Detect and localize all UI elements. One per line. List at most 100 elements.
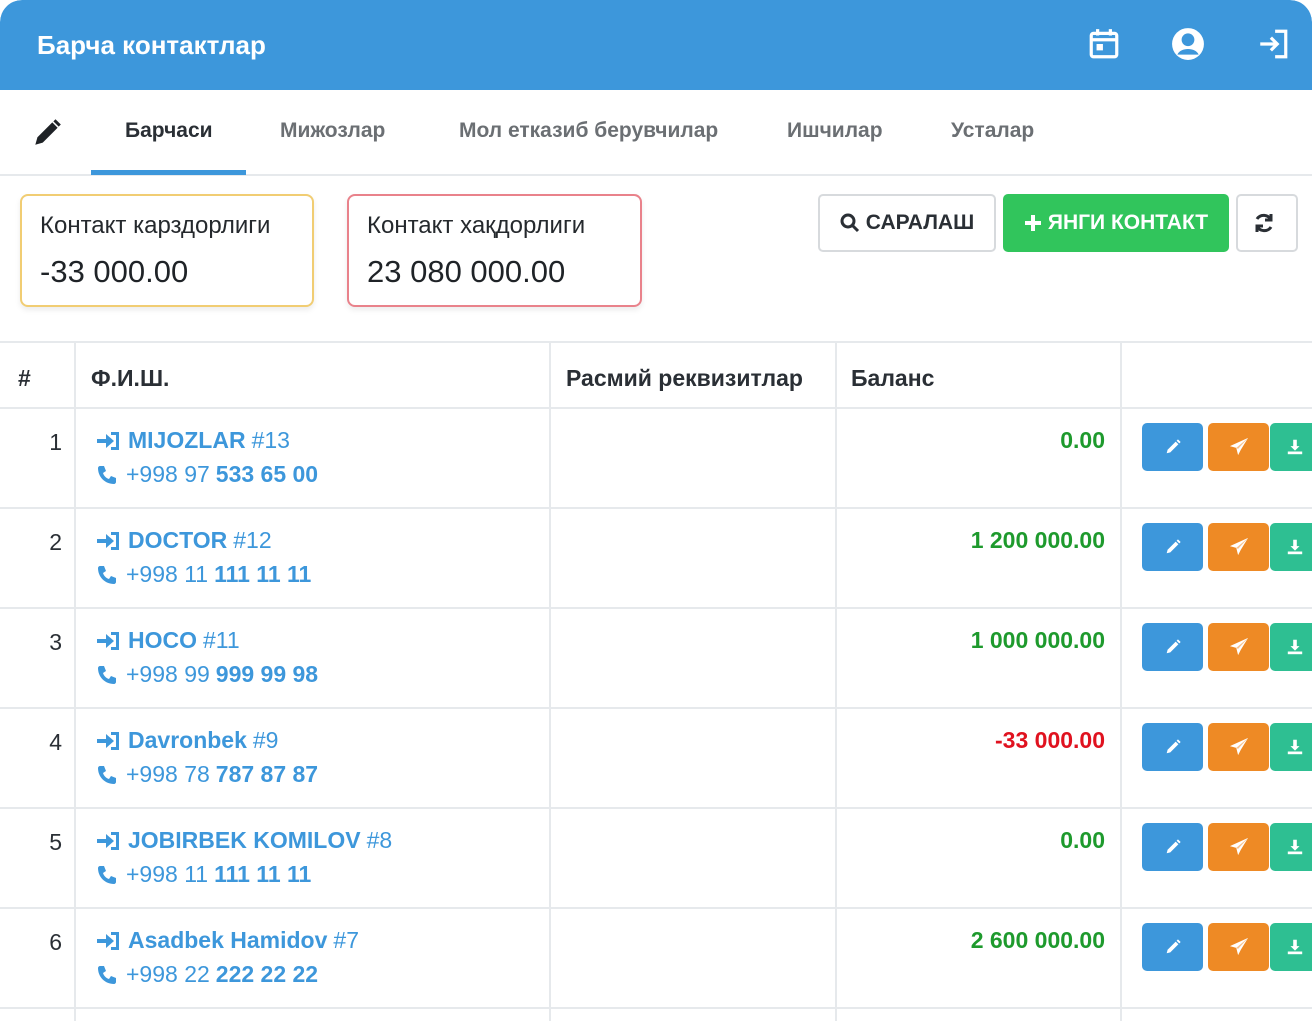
paper-plane-icon bbox=[1229, 837, 1249, 857]
contact-tabs: Барчаси Мижозлар Мол етказиб берувчилар … bbox=[0, 90, 1312, 176]
paper-plane-icon bbox=[1229, 637, 1249, 657]
pencil-icon bbox=[1164, 738, 1182, 756]
phone-number: 999 99 98 bbox=[215, 661, 319, 687]
contact-id: #7 bbox=[333, 927, 359, 953]
phone-number: 222 22 22 bbox=[215, 961, 319, 987]
sign-in-icon bbox=[96, 830, 122, 852]
column-header-number: # bbox=[18, 365, 31, 391]
contact-phone-link[interactable]: +998 99 999 99 98 bbox=[96, 661, 318, 688]
phone-prefix: +998 78 bbox=[126, 761, 210, 787]
send-button[interactable] bbox=[1208, 723, 1269, 771]
edit-contact-button[interactable] bbox=[1142, 523, 1203, 571]
download-button[interactable] bbox=[1270, 623, 1312, 671]
debt-value: -33 000.00 bbox=[40, 254, 189, 289]
download-icon bbox=[1286, 538, 1304, 556]
active-tab-indicator bbox=[91, 170, 246, 175]
sign-out-icon[interactable] bbox=[1253, 24, 1293, 64]
download-icon bbox=[1286, 638, 1304, 656]
edit-contact-button[interactable] bbox=[1142, 923, 1203, 971]
contact-phone-link[interactable]: +998 11 111 11 11 bbox=[96, 561, 311, 588]
header-bar: Барча контактлар bbox=[0, 0, 1312, 90]
phone-number: 533 65 00 bbox=[215, 461, 319, 487]
contact-phone-link[interactable]: +998 97 533 65 00 bbox=[96, 461, 318, 488]
tab-suppliers[interactable]: Мол етказиб берувчилар bbox=[459, 119, 718, 143]
pencil-icon bbox=[1164, 438, 1182, 456]
table-row: 6 Asadbek Hamidov #7 +998 22 222 22 22 2… bbox=[0, 909, 1312, 1009]
sign-in-icon bbox=[96, 930, 122, 952]
column-header-requisites: Расмий реквизитлар bbox=[566, 365, 803, 391]
phone-prefix: +998 99 bbox=[126, 661, 210, 687]
row-number: 4 bbox=[49, 729, 62, 755]
phone-icon bbox=[96, 964, 118, 986]
debt-summary-card: Контакт карздорлиги -33 000.00 bbox=[20, 194, 314, 307]
paper-plane-icon bbox=[1229, 437, 1249, 457]
edit-contact-button[interactable] bbox=[1142, 623, 1203, 671]
tab-masters[interactable]: Усталар bbox=[951, 119, 1034, 143]
pencil-icon[interactable] bbox=[30, 116, 64, 150]
download-button[interactable] bbox=[1270, 423, 1312, 471]
tab-workers[interactable]: Ишчилар bbox=[787, 119, 883, 143]
sign-in-icon bbox=[96, 530, 122, 552]
refresh-button[interactable] bbox=[1236, 194, 1298, 252]
search-icon bbox=[840, 213, 866, 233]
contact-id: #11 bbox=[203, 627, 240, 653]
table-row: 2 DOCTOR #12 +998 11 111 11 11 1 200 000… bbox=[0, 509, 1312, 609]
contact-name-link[interactable]: Davronbek #9 bbox=[96, 727, 278, 754]
send-button[interactable] bbox=[1208, 823, 1269, 871]
balance-value: 1 200 000.00 bbox=[970, 527, 1105, 553]
refresh-icon bbox=[1253, 212, 1281, 234]
credit-label: Контакт хақдорлиги bbox=[367, 212, 586, 239]
download-button[interactable] bbox=[1270, 723, 1312, 771]
contact-phone-link[interactable]: +998 11 111 11 11 bbox=[96, 861, 311, 888]
phone-number: 787 87 87 bbox=[215, 761, 319, 787]
contact-name-link[interactable]: JOBIRBEK KOMILOV #8 bbox=[96, 827, 392, 854]
user-circle-icon[interactable] bbox=[1168, 24, 1208, 64]
send-button[interactable] bbox=[1208, 623, 1269, 671]
send-button[interactable] bbox=[1208, 923, 1269, 971]
calendar-icon[interactable] bbox=[1084, 24, 1124, 64]
contact-id: #9 bbox=[252, 727, 279, 753]
contact-name-link[interactable]: DOCTOR #12 bbox=[96, 527, 272, 554]
contact-name: Asadbek Hamidov bbox=[128, 927, 328, 953]
new-contact-button[interactable]: ЯНГИ КОНТАКТ bbox=[1003, 194, 1229, 252]
balance-value: 0.00 bbox=[1060, 427, 1105, 453]
paper-plane-icon bbox=[1229, 737, 1249, 757]
row-number: 6 bbox=[49, 929, 62, 955]
row-number: 1 bbox=[49, 429, 62, 455]
table-row: 4 Davronbek #9 +998 78 787 87 87 -33 000… bbox=[0, 709, 1312, 809]
table-row: 3 HOCO #11 +998 99 999 99 98 1 000 000.0… bbox=[0, 609, 1312, 709]
app-frame: Барча контактлар Барчаси Мижозлар Мол ет… bbox=[0, 0, 1312, 1021]
edit-contact-button[interactable] bbox=[1142, 723, 1203, 771]
download-button[interactable] bbox=[1270, 823, 1312, 871]
contact-phone-link[interactable]: +998 78 787 87 87 bbox=[96, 761, 318, 788]
pencil-icon bbox=[1164, 938, 1182, 956]
credit-value: 23 080 000.00 bbox=[367, 254, 566, 289]
send-button[interactable] bbox=[1208, 423, 1269, 471]
credit-summary-card: Контакт хақдорлиги 23 080 000.00 bbox=[347, 194, 642, 307]
download-button[interactable] bbox=[1270, 923, 1312, 971]
phone-icon bbox=[96, 864, 118, 886]
phone-icon bbox=[96, 764, 118, 786]
tab-customers[interactable]: Мижозлар bbox=[280, 119, 385, 143]
filter-button[interactable]: САРАЛАШ bbox=[818, 194, 996, 252]
phone-prefix: +998 11 bbox=[126, 561, 209, 587]
download-button[interactable] bbox=[1270, 523, 1312, 571]
balance-value: -33 000.00 bbox=[995, 727, 1105, 753]
contact-name: HOCO bbox=[128, 627, 197, 653]
edit-contact-button[interactable] bbox=[1142, 423, 1203, 471]
balance-value: 0.00 bbox=[1060, 827, 1105, 853]
contact-name-link[interactable]: MIJOZLAR #13 bbox=[96, 427, 290, 454]
phone-icon bbox=[96, 564, 118, 586]
contact-name-link[interactable]: HOCO #11 bbox=[96, 627, 240, 654]
phone-prefix: +998 97 bbox=[126, 461, 210, 487]
phone-number: 111 11 11 bbox=[214, 561, 312, 587]
contact-name-link[interactable]: Asadbek Hamidov #7 bbox=[96, 927, 359, 954]
contact-phone-link[interactable]: +998 22 222 22 22 bbox=[96, 961, 318, 988]
send-button[interactable] bbox=[1208, 523, 1269, 571]
new-contact-button-label: ЯНГИ КОНТАКТ bbox=[1047, 211, 1209, 234]
sign-in-icon bbox=[96, 630, 122, 652]
edit-contact-button[interactable] bbox=[1142, 823, 1203, 871]
debt-label: Контакт карздорлиги bbox=[40, 212, 271, 239]
pencil-icon bbox=[1164, 638, 1182, 656]
tab-all[interactable]: Барчаси bbox=[125, 119, 213, 143]
